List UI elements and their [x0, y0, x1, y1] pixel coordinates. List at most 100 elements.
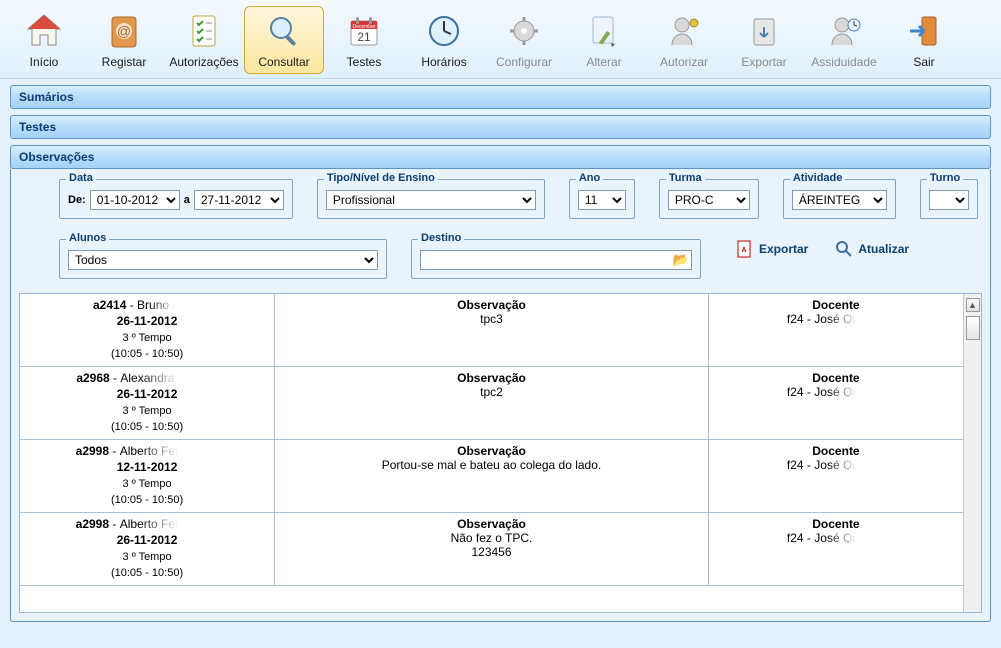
calendar-icon: December21 — [342, 9, 386, 53]
user-clock-icon — [822, 9, 866, 53]
toolbar-autorizacoes[interactable]: Autorizações — [164, 6, 244, 74]
destino-input[interactable] — [420, 250, 692, 270]
toolbar-horarios[interactable]: Horários — [404, 6, 484, 74]
date-to-select[interactable]: 27-11-2012 — [194, 190, 284, 210]
svg-text:@: @ — [117, 23, 131, 39]
panel-testes[interactable]: Testes — [10, 115, 991, 139]
cell-observacao: Observação tpc2 — [275, 367, 709, 440]
scrollbar[interactable]: ▲ — [963, 294, 981, 612]
toolbar-assiduidade[interactable]: Assiduidade — [804, 6, 884, 74]
observacoes-body: Data De: 01-10-2012 a 27-11-2012 Tipo/Ní… — [10, 169, 991, 622]
clock-icon — [422, 9, 466, 53]
filter-tipo: Tipo/Nível de Ensino Profissional — [317, 179, 545, 219]
toolbar-label: Sair — [913, 55, 934, 69]
legend-tipo: Tipo/Nível de Ensino — [324, 172, 438, 184]
date-from-select[interactable]: 01-10-2012 — [90, 190, 180, 210]
legend-alunos: Alunos — [66, 232, 109, 244]
cell-observacao: Observação Portou-se mal e bateu ao cole… — [275, 440, 709, 513]
turma-select[interactable]: PRO-C — [668, 190, 750, 210]
magnifier-icon — [262, 9, 306, 53]
toolbar-inicio[interactable]: Início — [4, 6, 84, 74]
folder-open-icon[interactable]: 📂 — [672, 251, 690, 269]
address-book-icon: @ — [102, 9, 146, 53]
filter-ano: Ano 11 — [569, 179, 635, 219]
refresh-label: Atualizar — [858, 242, 909, 256]
main-toolbar: Início @ Registar Autorizações Consultar… — [0, 0, 1001, 79]
toolbar-label: Consultar — [258, 55, 309, 69]
export-icon — [742, 9, 786, 53]
toolbar-label: Início — [30, 55, 59, 69]
table-row[interactable]: a2414 - Bruno Alves 26-11-2012 3 º Tempo… — [20, 294, 963, 367]
pdf-icon: A — [735, 239, 755, 259]
cell-observacao: Observação tpc3 — [275, 294, 709, 367]
legend-turno: Turno — [927, 172, 963, 184]
toolbar-exportar[interactable]: Exportar — [724, 6, 804, 74]
filter-alunos: Alunos Todos — [59, 239, 387, 279]
house-icon — [22, 9, 66, 53]
gear-icon — [502, 9, 546, 53]
toolbar-label: Registar — [102, 55, 147, 69]
checklist-icon — [182, 9, 226, 53]
toolbar-alterar[interactable]: Alterar — [564, 6, 644, 74]
table-row[interactable]: a2968 - Alexandra Peixoto 26-11-2012 3 º… — [20, 367, 963, 440]
toolbar-label: Configurar — [496, 55, 552, 69]
toolbar-label: Horários — [421, 55, 466, 69]
filter-turno: Turno — [920, 179, 978, 219]
label-de: De: — [68, 194, 86, 206]
cell-docente: Docente f24 - José Queirós — [708, 367, 963, 440]
toolbar-label: Alterar — [586, 55, 621, 69]
legend-destino: Destino — [418, 232, 464, 244]
cell-aluno: a2998 - Alberto Fernandes 26-11-2012 3 º… — [20, 513, 275, 586]
cell-aluno: a2414 - Bruno Alves 26-11-2012 3 º Tempo… — [20, 294, 275, 367]
legend-ano: Ano — [576, 172, 603, 184]
cell-aluno: a2998 - Alberto Fernandes 12-11-2012 3 º… — [20, 440, 275, 513]
toolbar-label: Testes — [347, 55, 382, 69]
cell-aluno: a2968 - Alexandra Peixoto 26-11-2012 3 º… — [20, 367, 275, 440]
toolbar-configurar[interactable]: Configurar — [484, 6, 564, 74]
atividade-select[interactable]: ÁREINTEG — [792, 190, 887, 210]
toolbar-testes[interactable]: December21 Testes — [324, 6, 404, 74]
cell-docente: Docente f24 - José Queirós — [708, 513, 963, 586]
refresh-button[interactable]: Atualizar — [834, 239, 909, 259]
toolbar-label: Exportar — [741, 55, 786, 69]
filter-atividade: Atividade ÁREINTEG — [783, 179, 896, 219]
panels: Sumários Testes Observações Data De: 01-… — [0, 85, 1001, 622]
exit-door-icon — [902, 9, 946, 53]
table-row[interactable]: a2998 - Alberto Fernandes 26-11-2012 3 º… — [20, 513, 963, 586]
svg-text:21: 21 — [357, 30, 371, 44]
legend-atividade: Atividade — [790, 172, 846, 184]
alunos-select[interactable]: Todos — [68, 250, 378, 270]
export-pdf-button[interactable]: A Exportar — [735, 239, 808, 259]
cell-observacao: Observação Não fez o TPC. 123456 — [275, 513, 709, 586]
filters-row-1: Data De: 01-10-2012 a 27-11-2012 Tipo/Ní… — [59, 179, 982, 219]
table-row[interactable]: a2998 - Alberto Fernandes 12-11-2012 3 º… — [20, 440, 963, 513]
filter-data: Data De: 01-10-2012 a 27-11-2012 — [59, 179, 293, 219]
filter-turma: Turma PRO-C — [659, 179, 759, 219]
toolbar-label: Autorizar — [660, 55, 708, 69]
tipo-select[interactable]: Profissional — [326, 190, 536, 210]
export-label: Exportar — [759, 242, 808, 256]
filters-row-2: Alunos Todos Destino 📂 A Exportar — [59, 239, 982, 279]
edit-doc-icon — [582, 9, 626, 53]
observacoes-grid: a2414 - Bruno Alves 26-11-2012 3 º Tempo… — [19, 293, 982, 613]
toolbar-consultar[interactable]: Consultar — [244, 6, 324, 74]
actions: A Exportar Atualizar — [735, 239, 909, 259]
turno-select[interactable] — [929, 190, 969, 210]
panel-observacoes[interactable]: Observações — [10, 145, 991, 169]
toolbar-autorizar[interactable]: Autorizar — [644, 6, 724, 74]
panel-sumarios[interactable]: Sumários — [10, 85, 991, 109]
filter-destino: Destino 📂 — [411, 239, 701, 279]
toolbar-label: Assiduidade — [811, 55, 876, 69]
user-key-icon — [662, 9, 706, 53]
cell-docente: Docente f24 - José Queirós — [708, 294, 963, 367]
scroll-thumb[interactable] — [966, 316, 980, 340]
legend-turma: Turma — [666, 172, 705, 184]
toolbar-label: Autorizações — [169, 55, 238, 69]
scroll-up-icon[interactable]: ▲ — [966, 298, 980, 312]
svg-text:A: A — [741, 247, 746, 254]
label-a: a — [184, 194, 190, 206]
ano-select[interactable]: 11 — [578, 190, 626, 210]
legend-data: Data — [66, 172, 96, 184]
toolbar-registar[interactable]: @ Registar — [84, 6, 164, 74]
toolbar-sair[interactable]: Sair — [884, 6, 964, 74]
